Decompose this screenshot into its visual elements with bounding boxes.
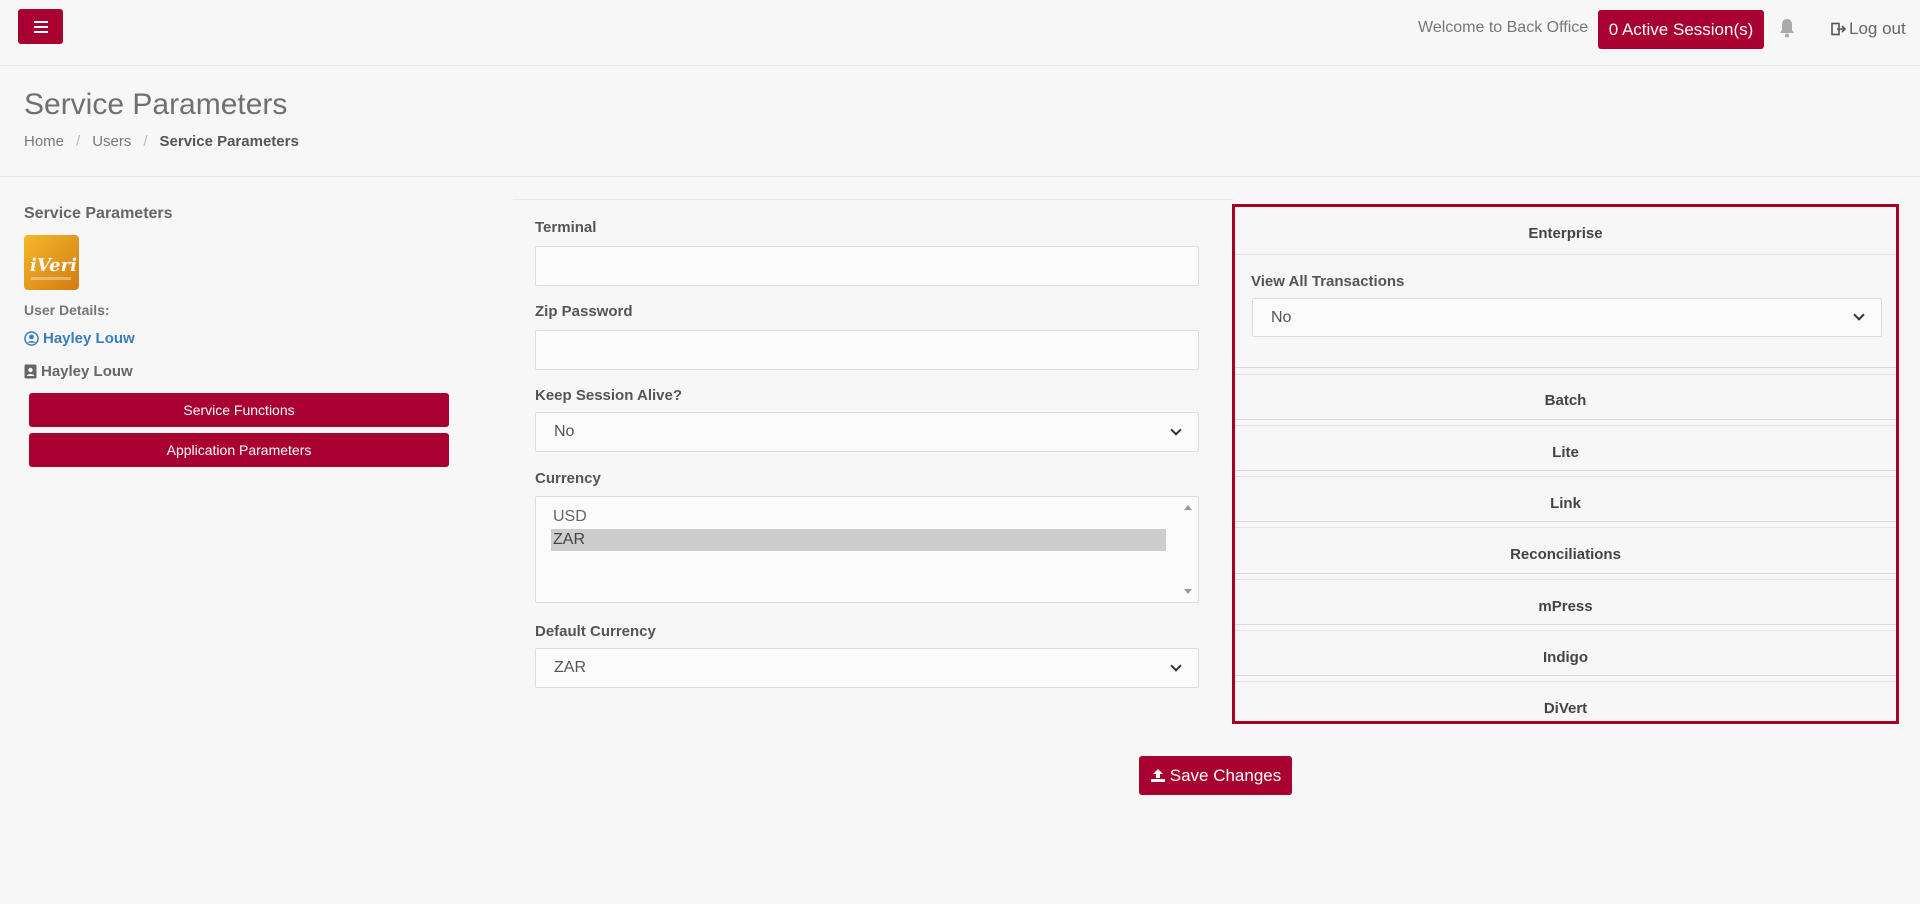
user-details-label: User Details: (24, 302, 110, 318)
application-parameters-button[interactable]: Application Parameters (29, 433, 449, 467)
logout-label: Log out (1849, 19, 1906, 38)
accordion-header-reconciliations[interactable]: Reconciliations (1235, 546, 1896, 563)
menu-icon (33, 25, 48, 28)
accordion-divider (1235, 579, 1896, 580)
keep-session-alive-label: Keep Session Alive? (535, 387, 682, 404)
scroll-up-arrow-icon[interactable] (1184, 505, 1192, 510)
currency-multiselect[interactable]: USD ZAR (535, 496, 1199, 603)
accordion-divider (1235, 681, 1896, 682)
user-name-label: Hayley Louw (41, 363, 133, 380)
content-divider (513, 199, 1233, 200)
chevron-down-icon (1170, 659, 1182, 672)
view-all-transactions-select[interactable]: No (1252, 298, 1882, 337)
service-functions-button[interactable]: Service Functions (29, 393, 449, 427)
breadcrumb-home[interactable]: Home (24, 133, 64, 150)
terminal-input[interactable] (535, 246, 1199, 286)
scroll-down-arrow-icon[interactable] (1184, 589, 1192, 594)
hamburger-menu-button[interactable] (18, 9, 63, 44)
keep-session-alive-value: No (554, 423, 575, 440)
accordion-header-lite[interactable]: Lite (1235, 444, 1896, 461)
accordion-divider (1235, 254, 1896, 255)
logout-icon (1831, 22, 1847, 36)
accordion-divider (1235, 419, 1896, 420)
iveri-logo: iVeri (24, 235, 79, 290)
accordion-header-divert[interactable]: DiVert (1235, 700, 1896, 717)
accordion-divider (1235, 470, 1896, 471)
default-currency-select[interactable]: ZAR (535, 648, 1199, 688)
top-navbar: Welcome to Back Office 0 Active Session(… (0, 0, 1920, 66)
user-profile-link[interactable]: Hayley Louw (24, 330, 135, 347)
accordion-divider (1235, 675, 1896, 676)
terminal-label: Terminal (535, 219, 597, 236)
active-sessions-button[interactable]: 0 Active Session(s) (1598, 10, 1764, 49)
breadcrumb-current: Service Parameters (159, 133, 299, 150)
accordion-divider (1235, 630, 1896, 631)
accordion-divider (1235, 367, 1896, 368)
header-divider (0, 176, 1920, 177)
currency-option-zar[interactable]: ZAR (551, 529, 1166, 551)
default-currency-label: Default Currency (535, 623, 656, 640)
user-link-label: Hayley Louw (43, 330, 135, 347)
accordion-divider (1235, 573, 1896, 574)
upload-icon (1150, 769, 1165, 782)
accordion-divider (1235, 476, 1896, 477)
accordion-divider (1235, 425, 1896, 426)
accordion-divider (1235, 624, 1896, 625)
default-currency-value: ZAR (554, 659, 586, 676)
breadcrumb-separator: / (143, 133, 148, 150)
modules-accordion: Enterprise View All Transactions No Batc… (1232, 204, 1899, 724)
accordion-divider (1235, 374, 1896, 375)
user-name: Hayley Louw (24, 363, 133, 380)
chevron-down-icon (1170, 423, 1182, 436)
breadcrumb-separator: / (76, 133, 81, 150)
keep-session-alive-select[interactable]: No (535, 412, 1199, 452)
welcome-text: Welcome to Back Office (1418, 19, 1589, 36)
id-badge-icon (24, 364, 37, 379)
zip-password-input[interactable] (535, 330, 1199, 370)
accordion-header-link[interactable]: Link (1235, 495, 1896, 512)
zip-password-label: Zip Password (535, 303, 633, 320)
accordion-divider (1235, 527, 1896, 528)
save-changes-label: Save Changes (1169, 765, 1282, 785)
view-all-transactions-label: View All Transactions (1251, 273, 1405, 290)
breadcrumb-users[interactable]: Users (92, 133, 131, 150)
accordion-header-indigo[interactable]: Indigo (1235, 649, 1896, 666)
breadcrumb: Home / Users / Service Parameters (24, 133, 299, 150)
logout-link[interactable]: Log out (1831, 19, 1906, 39)
view-all-transactions-value: No (1271, 308, 1292, 326)
accordion-divider (1235, 521, 1896, 522)
page-title: Service Parameters (24, 88, 288, 121)
save-changes-button[interactable]: Save Changes (1139, 756, 1292, 795)
currency-label: Currency (535, 470, 601, 487)
user-circle-icon (24, 331, 39, 346)
currency-option-usd[interactable]: USD (551, 506, 1166, 528)
accordion-header-enterprise[interactable]: Enterprise (1235, 225, 1896, 242)
chevron-down-icon (1853, 309, 1865, 321)
accordion-header-mpress[interactable]: mPress (1235, 598, 1896, 615)
bell-icon[interactable] (1778, 18, 1796, 38)
accordion-header-batch[interactable]: Batch (1235, 392, 1896, 409)
panel-title: Service Parameters (24, 205, 173, 222)
